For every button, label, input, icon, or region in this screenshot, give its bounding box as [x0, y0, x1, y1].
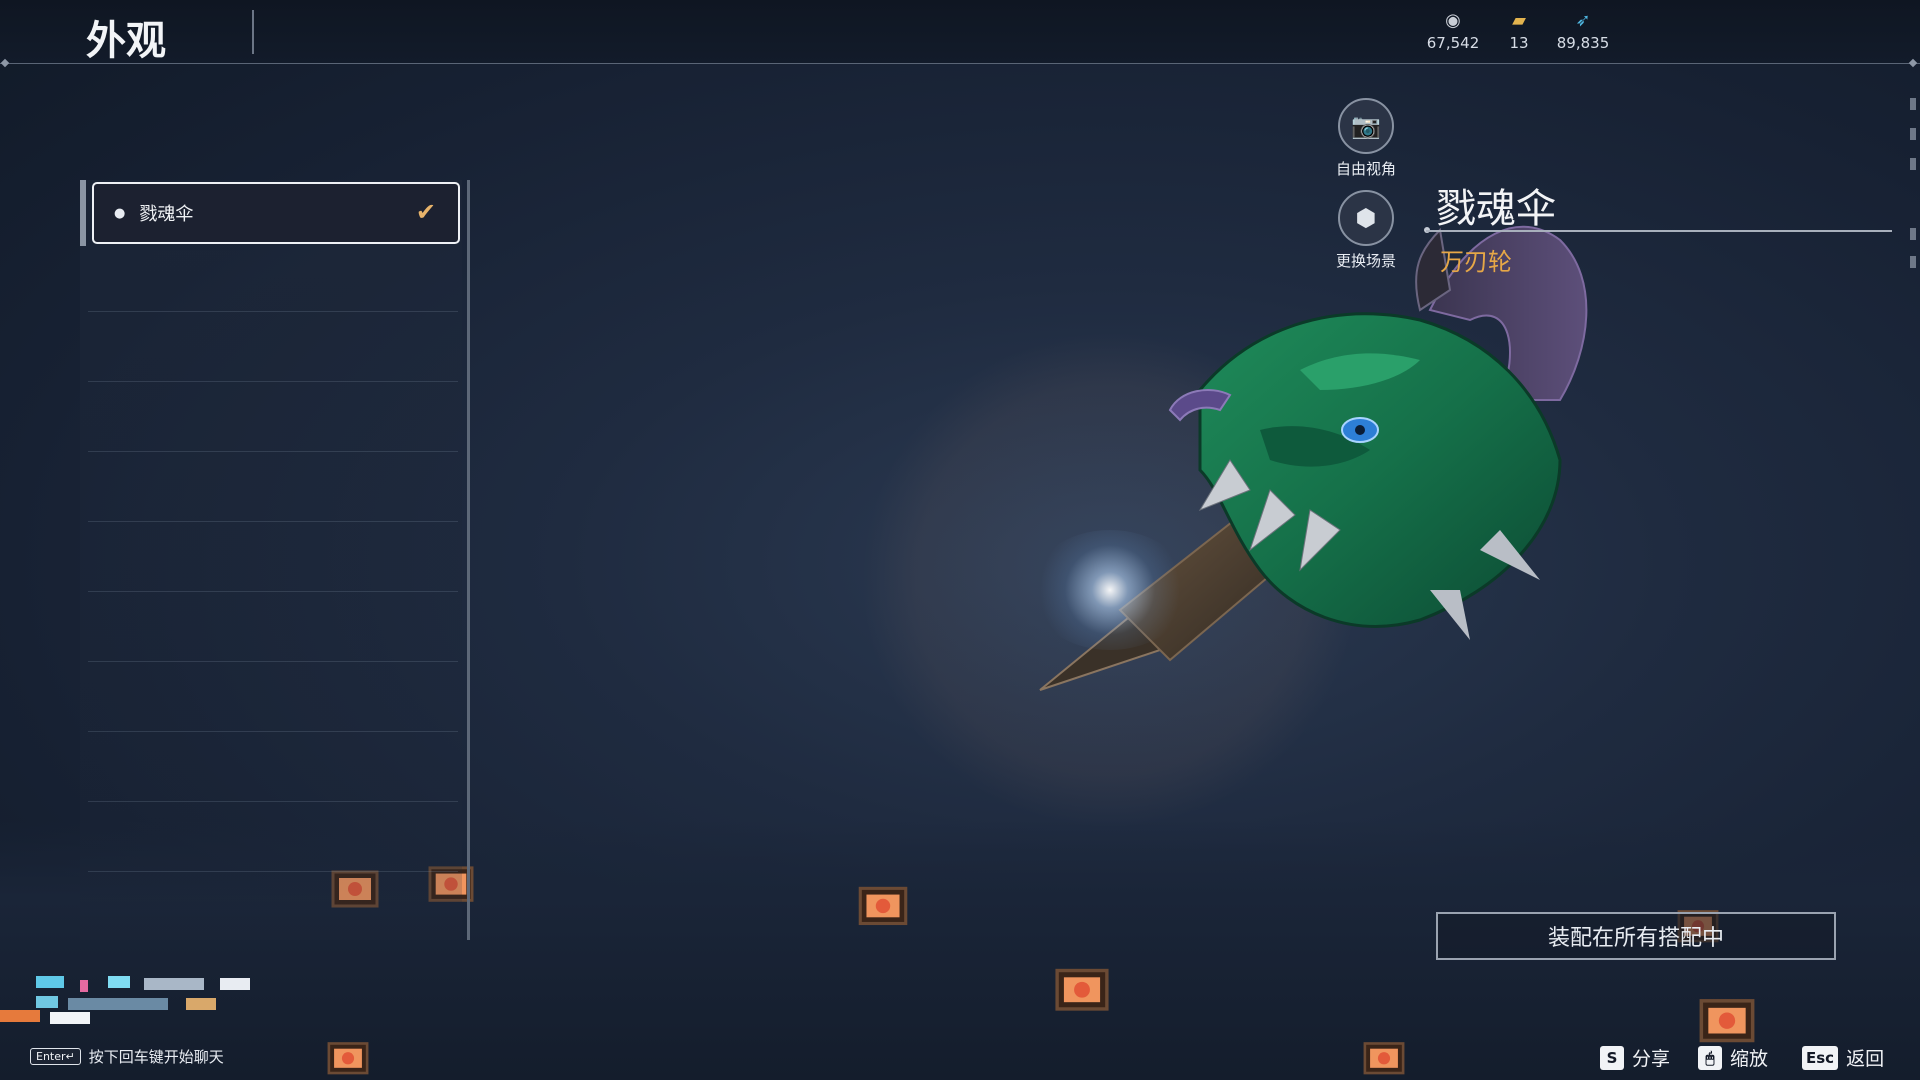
scene-cube-icon: ⬢ — [1338, 190, 1394, 246]
change-scene-label: 更换场景 — [1335, 252, 1396, 270]
zoom-hint[interactable]: 🖱 缩放 — [1698, 1044, 1768, 1071]
title-underline — [1426, 230, 1892, 232]
floating-lantern — [858, 886, 908, 926]
share-key-badge: S — [1600, 1045, 1624, 1070]
title-divider — [252, 10, 254, 54]
esc-key-badge: Esc — [1802, 1045, 1839, 1070]
list-left-marker — [80, 180, 86, 246]
feather-icon: ➶ — [1575, 10, 1591, 31]
floating-lantern — [327, 1042, 369, 1075]
empty-slot — [88, 740, 458, 802]
share-hint[interactable]: S 分享 — [1600, 1044, 1670, 1071]
free-camera-button[interactable]: 📷 自由视角 — [1316, 98, 1416, 179]
mouse-icon: 🖱 — [1698, 1045, 1722, 1070]
free-camera-label: 自由视角 — [1335, 160, 1396, 178]
chat-messages-blurred — [0, 972, 296, 1024]
empty-slot — [88, 810, 458, 872]
share-label: 分享 — [1632, 1048, 1671, 1070]
empty-slot — [88, 530, 458, 592]
check-icon: ✔ — [415, 198, 436, 226]
zoom-label: 缩放 — [1730, 1048, 1769, 1070]
skin-list-panel: ● 戮魂伞 ✔ — [80, 180, 470, 940]
camera-icon: 📷 — [1338, 98, 1394, 154]
change-scene-button[interactable]: ⬢ 更换场景 — [1316, 190, 1416, 271]
equip-all-outfits-button[interactable]: 装配在所有搭配中 — [1436, 912, 1836, 960]
chat-hint[interactable]: Enter↵ 按下回车键开始聊天 — [30, 1046, 224, 1067]
scroll-indicator — [1910, 228, 1916, 240]
empty-slot — [88, 670, 458, 732]
empty-slot — [88, 250, 458, 312]
floating-lantern — [1363, 1042, 1405, 1075]
scroll-indicator — [1910, 128, 1916, 140]
scroll-indicator — [1910, 256, 1916, 268]
scroll-indicator — [1910, 98, 1916, 110]
item-name: 戮魂伞 — [1436, 186, 1556, 232]
drop-icon: ● — [114, 205, 126, 221]
currency-value: 89,835 — [1556, 34, 1610, 52]
currency-feather: ➶ 89,835 — [1543, 10, 1623, 52]
enter-key-badge: Enter↵ — [30, 1048, 81, 1065]
skin-list-item-selected[interactable]: ● 戮魂伞 ✔ — [92, 182, 460, 244]
page-title: 外观 — [86, 18, 166, 64]
floating-lantern — [1055, 968, 1109, 1011]
scroll-indicator — [1910, 158, 1916, 170]
empty-slot — [88, 600, 458, 662]
empty-slot — [88, 390, 458, 452]
top-bar: 外观 ◉ 67,542 ▰ 13 ➶ 89,835 — [0, 0, 1920, 64]
item-weapon-type: 万刃轮 — [1440, 248, 1512, 276]
chat-hint-text: 按下回车键开始聊天 — [88, 1048, 224, 1066]
light-flare — [1030, 530, 1190, 650]
empty-slot — [88, 320, 458, 382]
skin-name-label: 戮魂伞 — [139, 204, 194, 225]
back-hint[interactable]: Esc 返回 — [1802, 1044, 1884, 1071]
back-label: 返回 — [1846, 1048, 1885, 1070]
floating-lantern — [1699, 999, 1755, 1043]
list-scrollbar[interactable] — [467, 180, 470, 940]
empty-slot — [88, 460, 458, 522]
